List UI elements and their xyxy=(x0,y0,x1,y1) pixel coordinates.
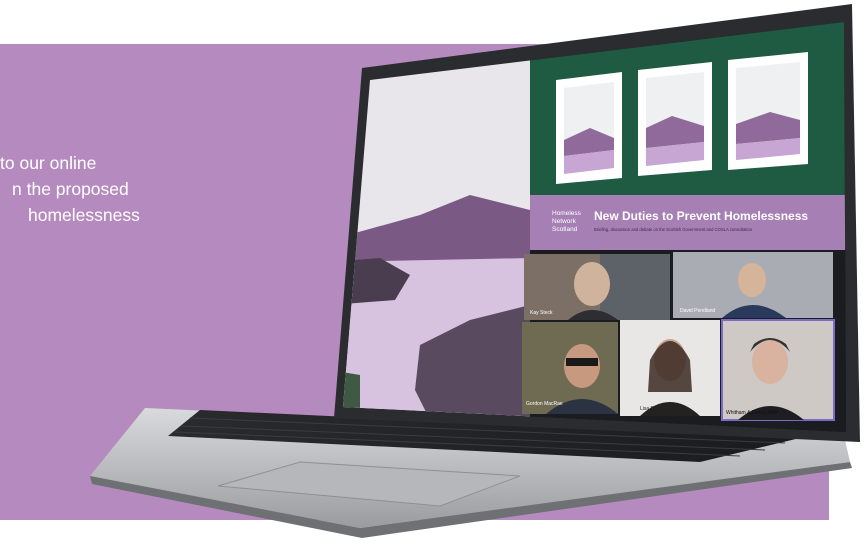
logo-line-2: Network xyxy=(552,218,577,225)
screen-content: Homeless Network Scotland New Duties to … xyxy=(343,22,846,432)
logo-line-1: Homeless xyxy=(552,210,582,217)
participant-name-1: Kay Steck xyxy=(530,310,553,316)
participant-name-5: Whitham & Ellerby MSP xyxy=(726,410,780,416)
framed-picture-2 xyxy=(638,62,712,176)
participant-name-4: Lisa Fraser xyxy=(640,406,665,412)
framed-picture-1 xyxy=(556,72,622,184)
video-tile-2: David Pendland xyxy=(673,252,833,318)
video-tile-4: Lisa Fraser xyxy=(620,320,720,416)
laptop-illustration: Homeless Network Scotland New Duties to … xyxy=(90,4,860,538)
video-tile-1: Kay Steck xyxy=(524,254,670,320)
participant-name-2: David Pendland xyxy=(680,308,716,314)
banner-subtitle: Briefing, discussion and debate on the S… xyxy=(594,227,753,232)
logo-line-3: Scotland xyxy=(552,226,578,233)
banner-title: New Duties to Prevent Homelessness xyxy=(594,209,808,223)
framed-picture-3 xyxy=(728,52,808,170)
participant-name-3: Gordon MacRae xyxy=(526,401,563,407)
video-tile-5: Whitham & Ellerby MSP xyxy=(721,319,835,421)
video-tile-3: Gordon MacRae xyxy=(522,322,618,414)
